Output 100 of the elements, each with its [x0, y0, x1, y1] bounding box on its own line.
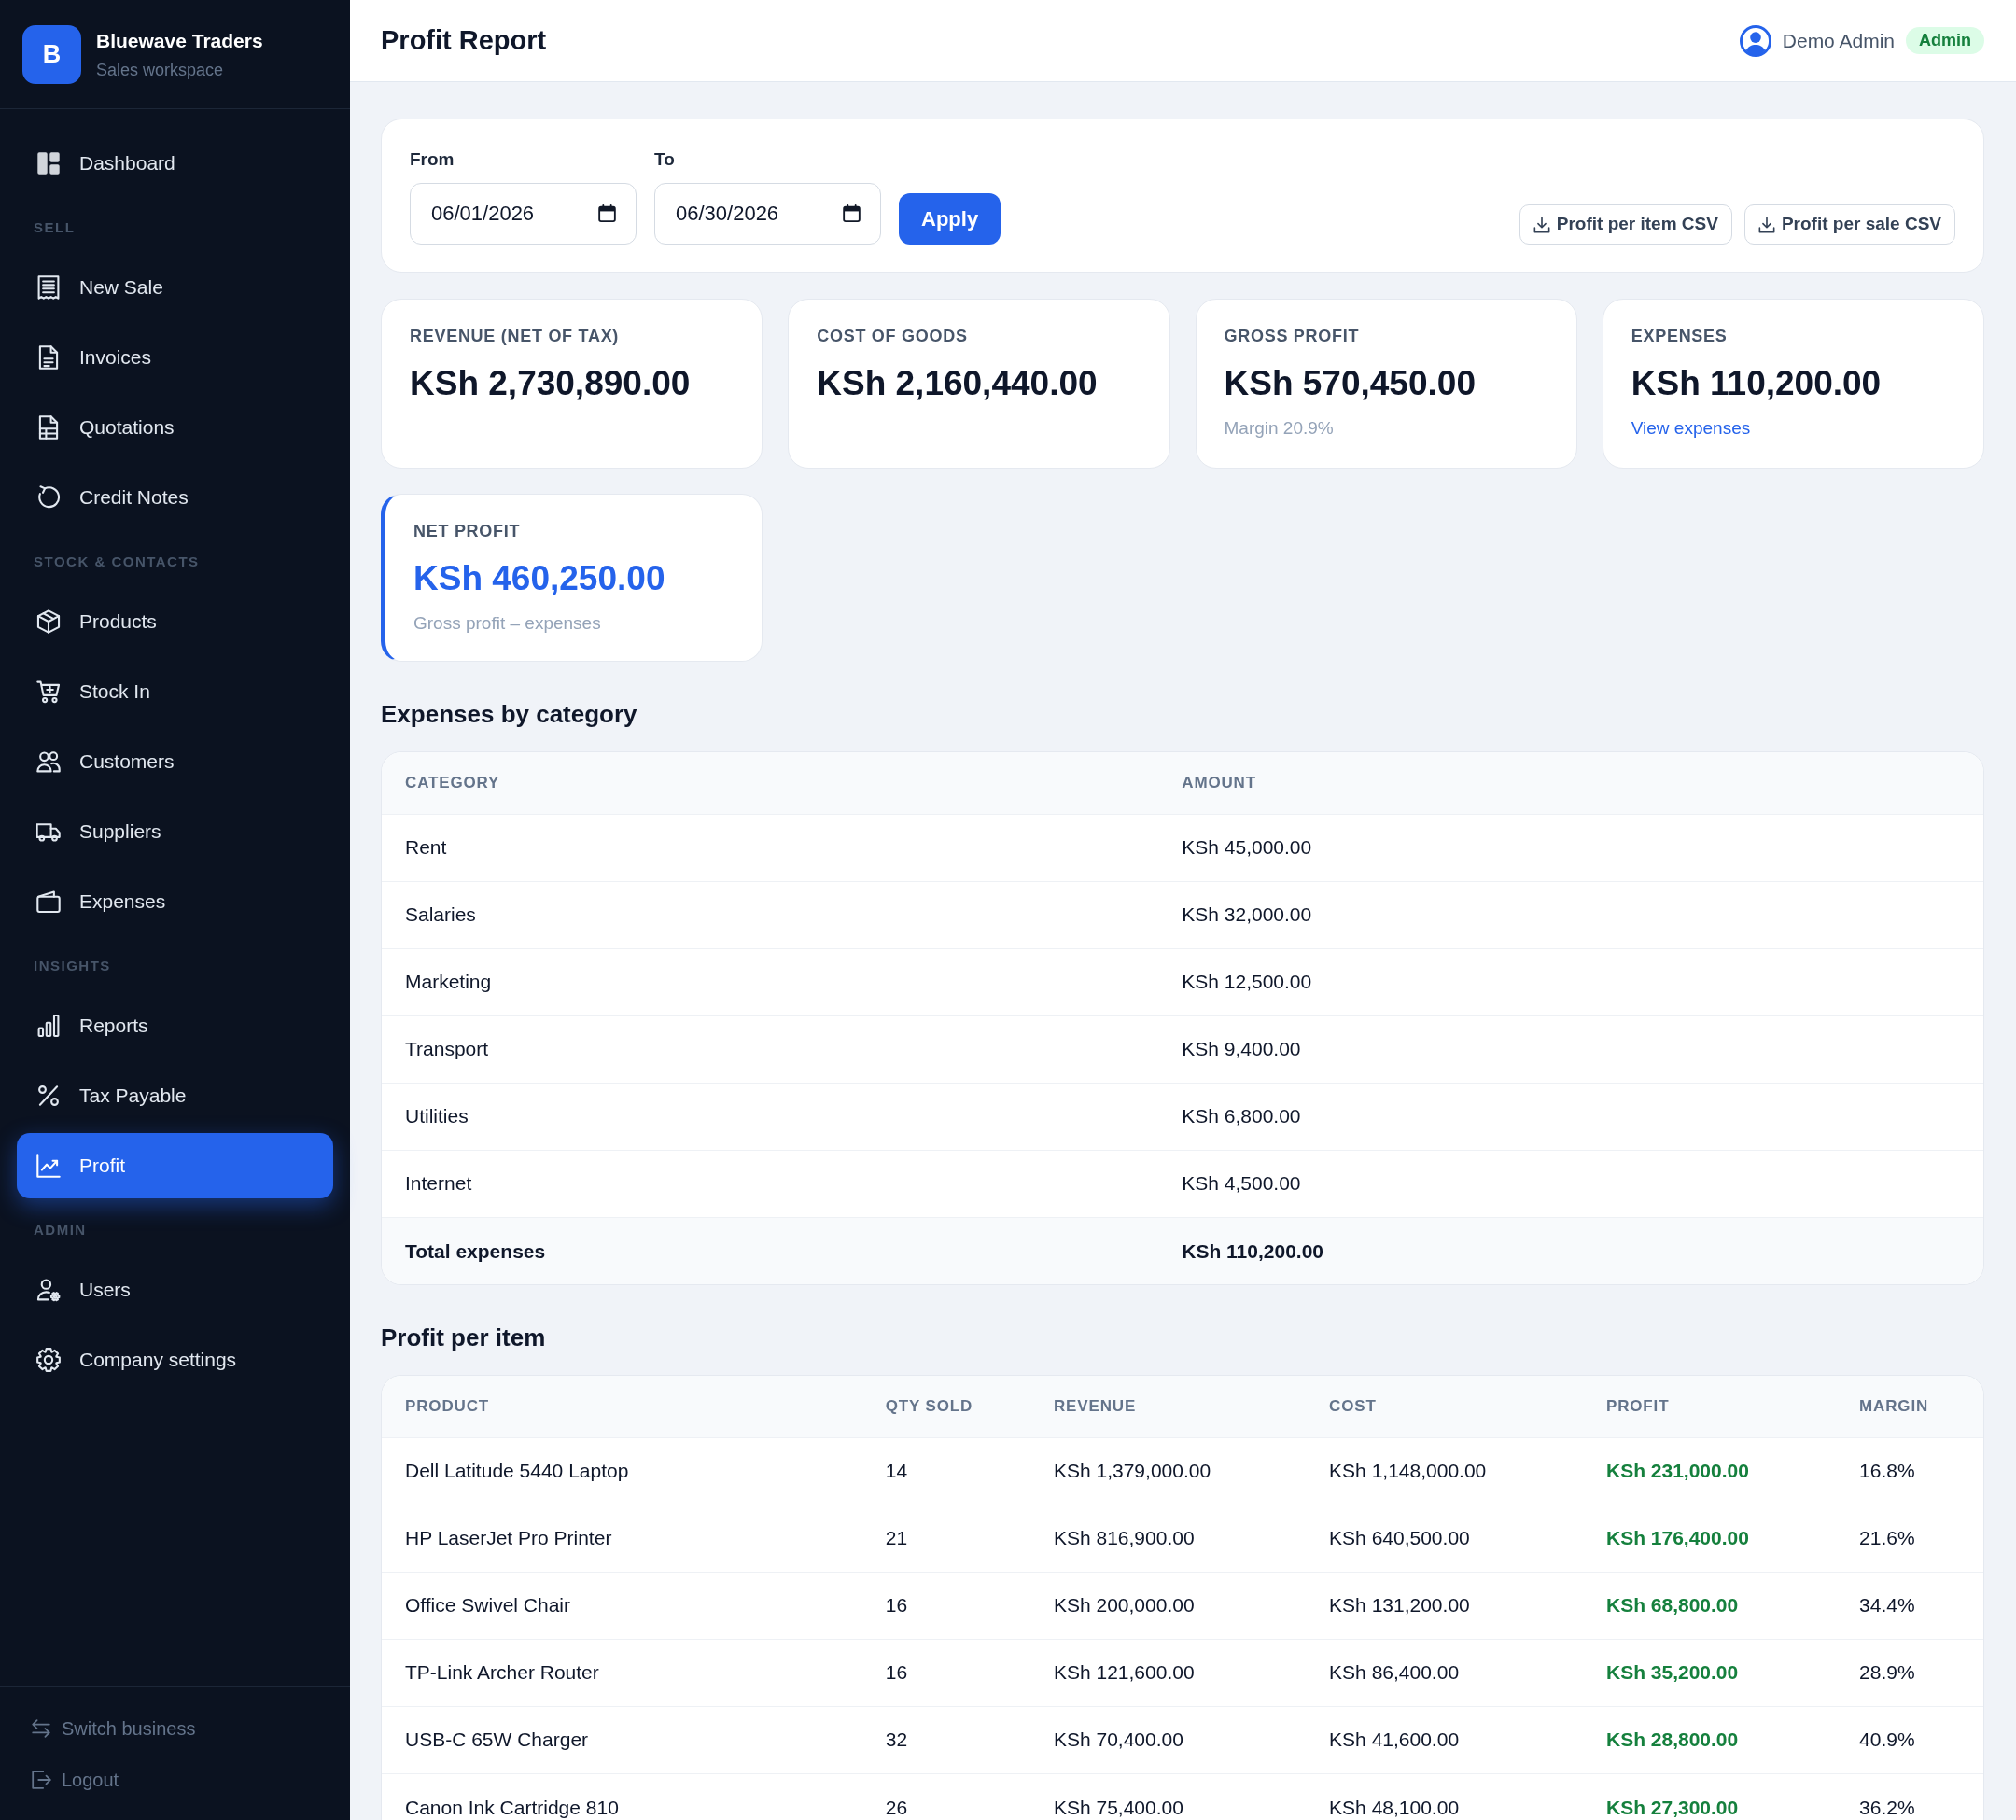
sidebar-item[interactable]: Profit	[17, 1133, 333, 1198]
stat-label: EXPENSES	[1631, 327, 1729, 345]
date-field[interactable]: 06/30/2026	[654, 183, 881, 245]
apply-button[interactable]: Apply	[899, 193, 1001, 245]
swap-arrows-icon	[31, 1718, 51, 1739]
sidebar-item[interactable]: Suppliers	[17, 799, 333, 864]
table-cell: KSh 9,400.00	[1158, 1015, 1983, 1083]
date-field[interactable]: 06/01/2026	[410, 183, 637, 245]
sidebar-item[interactable]: Dashboard	[17, 131, 333, 196]
sidebar-item[interactable]: Invoices	[17, 325, 333, 390]
page-title: Profit Report	[381, 24, 547, 57]
stat-value: KSh 2,730,890.00	[410, 363, 692, 404]
table-cell: 34.4%	[1836, 1572, 1983, 1639]
table-cell: 32	[861, 1706, 1030, 1773]
table-cell: 21	[861, 1505, 1030, 1572]
view-expenses-link[interactable]: View expenses	[1631, 417, 1751, 440]
brand-name: Bluewave Traders	[96, 28, 263, 52]
document-table-icon	[36, 415, 61, 440]
column-header: CATEGORY	[382, 752, 1159, 814]
table-cell: KSh 12,500.00	[1158, 948, 1983, 1015]
role-badge: Admin	[1906, 27, 1984, 54]
table-cell: Utilities	[382, 1083, 1159, 1150]
table-cell: KSh 131,200.00	[1306, 1572, 1583, 1639]
document-icon	[36, 345, 61, 370]
sidebar-item[interactable]: New Sale	[17, 255, 333, 320]
table-cell: KSh 28,800.00	[1582, 1706, 1837, 1773]
stat-value: KSh 570,450.00	[1224, 363, 1477, 404]
table-cell: 36.2%	[1836, 1773, 1983, 1820]
table-cell: Transport	[382, 1015, 1159, 1083]
circular-arrow-icon	[36, 485, 61, 510]
sidebar-link[interactable]: Switch business	[31, 1708, 196, 1749]
layout-tiles-icon	[36, 151, 61, 175]
table-cell: Salaries	[382, 881, 1159, 948]
box-icon	[36, 609, 61, 634]
table-cell: KSh 32,000.00	[1158, 881, 1983, 948]
table-cell: Canon Ink Cartridge 810	[382, 1773, 862, 1820]
sidebar-link[interactable]: Logout	[31, 1759, 119, 1800]
line-chart-icon	[36, 1154, 61, 1178]
table-cell: KSh 86,400.00	[1306, 1639, 1583, 1706]
table-cell: Internet	[382, 1150, 1159, 1217]
stat-label: REVENUE (NET OF TAX)	[410, 327, 621, 345]
table-cell: 40.9%	[1836, 1706, 1983, 1773]
table-cell: KSh 640,500.00	[1306, 1505, 1583, 1572]
stat-value: KSh 2,160,440.00	[817, 363, 1099, 404]
cart-plus-icon	[36, 679, 61, 704]
sidebar-item[interactable]: Tax Payable	[17, 1063, 333, 1128]
sidebar-item[interactable]: Expenses	[17, 869, 333, 934]
logout-icon	[31, 1770, 51, 1790]
sidebar-item[interactable]: Reports	[17, 993, 333, 1058]
download-icon	[1757, 216, 1775, 233]
table-cell: KSh 45,000.00	[1158, 814, 1983, 881]
table-cell: KSh 121,600.00	[1029, 1639, 1307, 1706]
people-icon	[36, 749, 61, 774]
export-button[interactable]: Profit per item CSV	[1519, 204, 1732, 245]
table-cell: KSh 41,600.00	[1306, 1706, 1583, 1773]
sidebar-item[interactable]: Users	[17, 1257, 333, 1323]
column-header: REVENUE	[1029, 1376, 1307, 1437]
bar-chart-icon	[36, 1014, 61, 1038]
table-cell: Office Swivel Chair	[382, 1572, 862, 1639]
section-label: INSIGHTS	[33, 957, 112, 975]
field-label: To	[654, 149, 676, 170]
section-label: STOCK & CONTACTS	[33, 553, 201, 571]
stat-label: GROSS PROFIT	[1224, 327, 1361, 345]
sidebar-item[interactable]: Products	[17, 589, 333, 654]
sidebar-item[interactable]: Company settings	[17, 1327, 333, 1393]
table-cell: 16	[861, 1572, 1030, 1639]
table-cell: KSh 35,200.00	[1582, 1639, 1837, 1706]
table-cell: KSh 1,148,000.00	[1306, 1437, 1583, 1505]
table-cell: KSh 231,000.00	[1582, 1437, 1837, 1505]
stat-note: Margin 20.9%	[1224, 417, 1335, 440]
column-header: PRODUCT	[382, 1376, 862, 1437]
column-header: AMOUNT	[1158, 752, 1983, 814]
table-cell: Rent	[382, 814, 1159, 881]
gear-icon	[36, 1348, 61, 1372]
table-cell: Marketing	[382, 948, 1159, 1015]
workspace-subtitle: Sales workspace	[96, 59, 225, 80]
percent-icon	[36, 1084, 61, 1108]
stat-note: Gross profit – expenses	[413, 612, 602, 635]
calendar-icon	[843, 204, 861, 222]
sidebar-item[interactable]: Customers	[17, 729, 333, 794]
field-label: From	[410, 149, 455, 170]
export-button[interactable]: Profit per sale CSV	[1743, 204, 1955, 245]
table-cell: KSh 1,379,000.00	[1029, 1437, 1307, 1505]
table-cell: 21.6%	[1836, 1505, 1983, 1572]
sidebar-item[interactable]: Stock In	[17, 659, 333, 724]
user-gear-icon	[36, 1278, 61, 1302]
table-cell: KSh 48,100.00	[1306, 1773, 1583, 1820]
receipt-icon	[36, 275, 61, 300]
table-cell: TP-Link Archer Router	[382, 1639, 862, 1706]
sidebar-item[interactable]: Credit Notes	[17, 465, 333, 530]
section-heading: Profit per item	[381, 1323, 547, 1352]
table-cell: KSh 200,000.00	[1029, 1572, 1307, 1639]
sidebar-item[interactable]: Quotations	[17, 395, 333, 460]
table-cell: HP LaserJet Pro Printer	[382, 1505, 862, 1572]
column-header: QTY SOLD	[861, 1376, 1030, 1437]
column-header: MARGIN	[1836, 1376, 1983, 1437]
calendar-icon	[598, 204, 616, 222]
table-cell: 16.8%	[1836, 1437, 1983, 1505]
user-avatar-icon	[1739, 24, 1771, 57]
stat-value: KSh 110,200.00	[1631, 363, 1883, 404]
